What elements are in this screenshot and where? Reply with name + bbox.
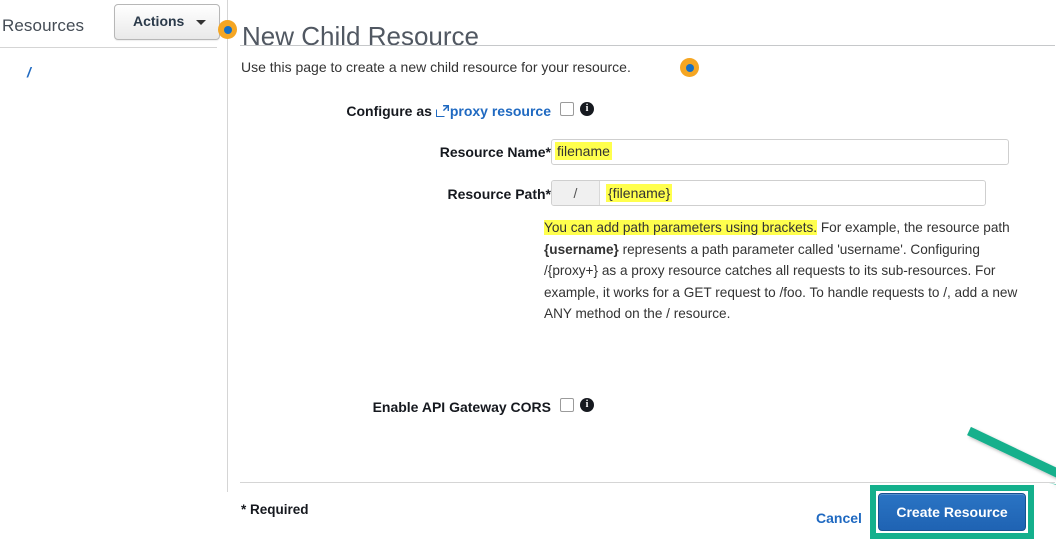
- proxy-resource-link[interactable]: proxy resource: [450, 103, 551, 119]
- page-title: New Child Resource: [242, 21, 479, 52]
- create-resource-button[interactable]: Create Resource: [878, 493, 1026, 531]
- cors-checkbox[interactable]: [560, 398, 574, 412]
- cors-label: Enable API Gateway CORS: [372, 399, 551, 415]
- cursor-marker-title-icon: [218, 20, 237, 39]
- sidebar-divider: [0, 47, 217, 48]
- help-rest-1: For example, the resource path: [817, 220, 1010, 235]
- chevron-down-icon: [196, 20, 206, 25]
- help-bold-username: {username}: [544, 241, 619, 257]
- new-child-resource-panel: New Child Resource Use this page to crea…: [218, 0, 1056, 554]
- required-note: * Required: [241, 502, 309, 517]
- external-link-icon: [435, 105, 449, 117]
- resource-path-input-group[interactable]: / {filename}: [551, 180, 986, 206]
- proxy-resource-label-prefix: Configure as: [346, 103, 436, 119]
- resource-path-input[interactable]: {filename}: [600, 181, 985, 205]
- resource-path-value: {filename}: [606, 184, 673, 202]
- proxy-resource-checkbox[interactable]: [560, 102, 574, 116]
- proxy-resource-label: Configure as proxy resource: [273, 103, 551, 119]
- title-divider: [240, 45, 1055, 46]
- proxy-resource-info-icon[interactable]: i: [580, 102, 594, 116]
- resources-sidebar: Resources Actions /: [0, 0, 228, 492]
- sidebar-header: Resources Actions: [0, 0, 228, 47]
- external-link-arrow-icon: [442, 105, 449, 112]
- sidebar-item-root-resource[interactable]: /: [27, 64, 31, 80]
- cursor-marker-intro-icon: [680, 58, 699, 77]
- sidebar-title: Resources: [2, 16, 85, 35]
- resource-path-label: Resource Path*: [273, 186, 552, 202]
- resource-path-help-text: You can add path parameters using bracke…: [544, 217, 1024, 325]
- resource-name-label-text: Resource Name: [439, 144, 546, 160]
- page-root: Resources Actions / New Child Resource U…: [0, 0, 1056, 554]
- resource-path-label-text: Resource Path: [447, 186, 546, 202]
- help-highlighted-sentence: You can add path parameters using bracke…: [544, 220, 818, 235]
- actions-button[interactable]: Actions: [114, 4, 220, 40]
- intro-text: Use this page to create a new child reso…: [241, 59, 631, 75]
- resource-name-label: Resource Name*: [273, 144, 551, 160]
- footer-divider: [240, 482, 1055, 483]
- actions-button-label: Actions: [133, 13, 185, 29]
- resource-path-prefix: /: [552, 181, 600, 205]
- cancel-button[interactable]: Cancel: [816, 510, 862, 526]
- cors-info-icon[interactable]: i: [580, 398, 594, 412]
- resource-name-input[interactable]: [551, 139, 1009, 165]
